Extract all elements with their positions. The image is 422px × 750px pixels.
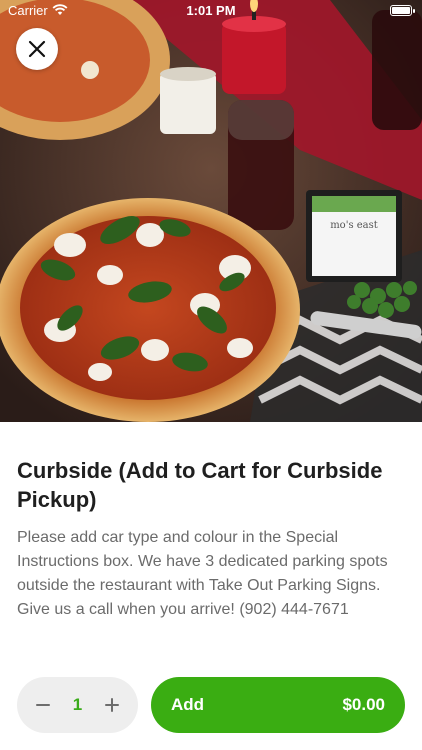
- increment-button[interactable]: [102, 695, 122, 715]
- item-title: Curbside (Add to Cart for Curbside Picku…: [17, 458, 383, 512]
- pizza-photo: mo's east: [0, 0, 422, 422]
- plus-icon: [105, 698, 119, 712]
- item-description: Please add car type and colour in the Sp…: [17, 529, 388, 618]
- add-to-cart-button[interactable]: Add $0.00: [151, 677, 405, 733]
- sign-text: mo's east: [330, 220, 378, 231]
- battery-icon: [390, 5, 415, 16]
- close-button[interactable]: [16, 28, 58, 70]
- item-details: Curbside (Add to Cart for Curbside Picku…: [17, 456, 409, 622]
- item-hero-image: mo's east: [0, 0, 422, 422]
- close-icon: [28, 40, 46, 58]
- add-to-cart-bar: 1 Add $0.00: [0, 660, 422, 750]
- clock: 1:01 PM: [186, 3, 236, 18]
- minus-icon: [36, 704, 50, 706]
- decrement-button[interactable]: [33, 695, 53, 715]
- add-button-label: Add: [171, 695, 205, 714]
- add-button-price: $0.00: [342, 695, 385, 714]
- quantity-value: 1: [72, 695, 83, 714]
- status-bar: Carrier 1:01 PM: [0, 0, 422, 22]
- quantity-stepper: 1: [17, 677, 138, 733]
